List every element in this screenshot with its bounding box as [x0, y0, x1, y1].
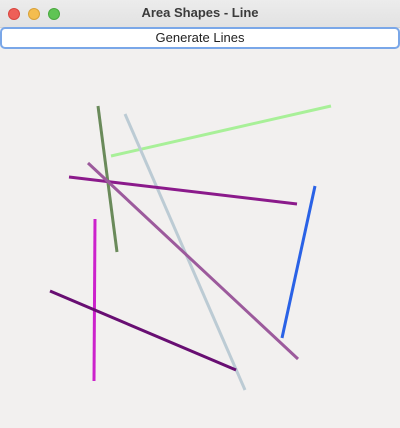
line-shape	[68, 175, 298, 206]
generate-lines-button[interactable]: Generate Lines	[0, 27, 400, 49]
line-shape	[96, 105, 119, 253]
window-title: Area Shapes - Line	[141, 5, 259, 20]
app-window: Area Shapes - Line Generate Lines	[0, 0, 400, 428]
line-shape	[280, 185, 317, 339]
line-shape	[92, 218, 97, 382]
title-bar: Area Shapes - Line	[0, 0, 400, 28]
line-shape	[110, 104, 332, 158]
drawing-canvas	[49, 104, 332, 391]
